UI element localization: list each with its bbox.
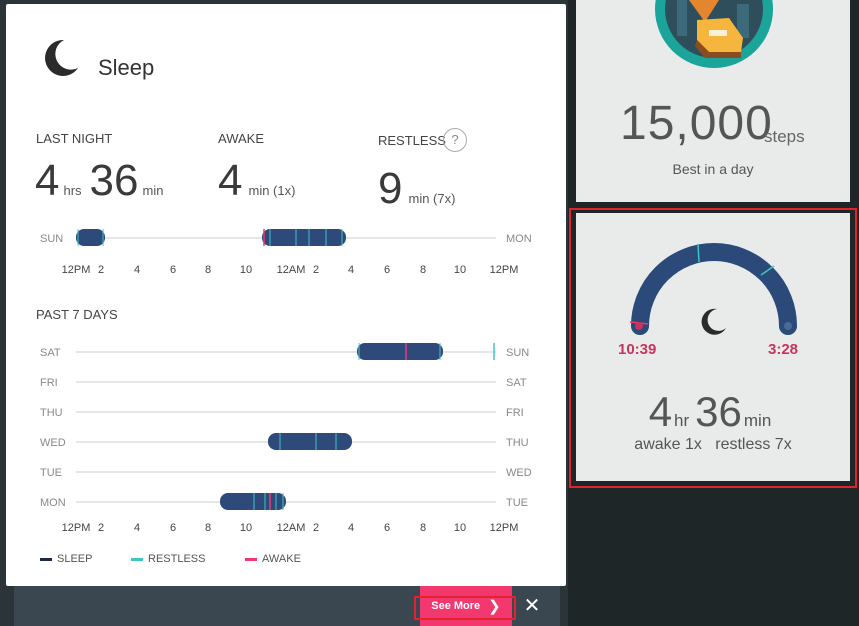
tick-label: 8 xyxy=(204,264,212,276)
tick-label: 8 xyxy=(419,522,427,534)
restless-count: restless 7x xyxy=(715,436,792,453)
tick-label: 10 xyxy=(239,264,253,276)
modal-title: Sleep xyxy=(98,55,155,80)
last-night-min-unit: min xyxy=(142,183,164,198)
past-7-days-bars xyxy=(220,343,495,510)
awake-unit: min (1x) xyxy=(248,183,296,198)
see-more-highlight xyxy=(414,596,516,620)
tick-label: 4 xyxy=(347,522,355,534)
past-7-days-label: PAST 7 DAYS xyxy=(36,307,118,322)
restless-number: 9 xyxy=(378,164,403,213)
tick-label: 6 xyxy=(169,264,177,276)
tick-label: 2 xyxy=(97,522,105,534)
last-night-bars xyxy=(76,229,346,246)
moon-icon xyxy=(701,308,726,335)
duration-hr-value: 4 xyxy=(648,388,673,435)
tick-label: 4 xyxy=(133,522,141,534)
sleep-duration: 4 hr 36 min xyxy=(576,388,850,436)
tick-label: 2 xyxy=(312,522,320,534)
tick-label: 6 xyxy=(383,264,391,276)
tick-label: 8 xyxy=(204,522,212,534)
duration-min-unit: min xyxy=(743,411,772,430)
sleep-start-time: 10:39 xyxy=(618,341,657,358)
legend-swatch xyxy=(131,558,143,561)
day-label-left: SAT xyxy=(40,347,61,359)
last-night-min: 36 xyxy=(89,156,139,205)
tick-label: 4 xyxy=(133,264,141,276)
day-label-right: THU xyxy=(506,437,529,449)
legend-swatch xyxy=(40,558,52,561)
last-night-right-day: MON xyxy=(506,233,532,245)
tick-label: 6 xyxy=(169,522,177,534)
day-label-left: MON xyxy=(40,497,66,509)
sleep-end-time: 3:28 xyxy=(768,341,799,358)
day-label-right: SAT xyxy=(506,377,527,389)
day-label-left: TUE xyxy=(40,467,62,479)
tick-label: 8 xyxy=(419,264,427,276)
legend-label: RESTLESS xyxy=(148,553,206,565)
restless-help-icon[interactable]: ? xyxy=(443,128,467,152)
moon-icon xyxy=(45,39,78,76)
day-label-right: FRI xyxy=(506,407,524,419)
tick-label: 10 xyxy=(453,522,467,534)
tick-label: 10 xyxy=(453,264,467,276)
close-icon[interactable]: ✕ xyxy=(522,596,542,616)
tick-label: 12PM xyxy=(489,522,519,534)
day-label-right: WED xyxy=(506,467,532,479)
restless-value: 9 min (7x) xyxy=(378,164,455,214)
duration-min-value: 36 xyxy=(695,388,742,435)
tick-label: 2 xyxy=(312,264,320,276)
day-label-left: THU xyxy=(40,407,63,419)
awake-count: awake 1x xyxy=(634,436,702,453)
last-night-hrs: 4 xyxy=(35,156,60,205)
steps-caption: Best in a day xyxy=(672,161,754,177)
last-night-value: 4 hrs 36 min xyxy=(35,156,163,206)
awake-label: AWAKE xyxy=(218,131,264,146)
tick-label: 10 xyxy=(239,522,253,534)
last-night-hrs-unit: hrs xyxy=(63,183,82,198)
awake-number: 4 xyxy=(218,156,243,205)
legend-label: SLEEP xyxy=(57,553,93,565)
day-label-right: TUE xyxy=(506,497,528,509)
steps-value: 15,000 xyxy=(620,97,773,150)
legend-label: AWAKE xyxy=(262,553,301,565)
sleep-counts: awake 1x restless 7x xyxy=(576,436,850,454)
tick-label: 4 xyxy=(347,264,355,276)
awake-value: 4 min (1x) xyxy=(218,156,295,206)
day-label-right: SUN xyxy=(506,347,530,359)
last-night-label: LAST NIGHT xyxy=(36,131,113,146)
steps-unit: steps xyxy=(764,127,805,146)
duration-hr-unit: hr xyxy=(674,411,690,430)
tick-label: 2 xyxy=(97,264,105,276)
legend-swatch xyxy=(245,558,257,561)
restless-unit: min (7x) xyxy=(408,191,456,206)
restless-label: RESTLESS xyxy=(378,133,446,148)
day-label-left: FRI xyxy=(40,377,58,389)
tick-label: 12PM xyxy=(489,264,519,276)
day-label-left: WED xyxy=(40,437,66,449)
shoe-badge-icon xyxy=(655,0,773,68)
tick-label: 6 xyxy=(383,522,391,534)
